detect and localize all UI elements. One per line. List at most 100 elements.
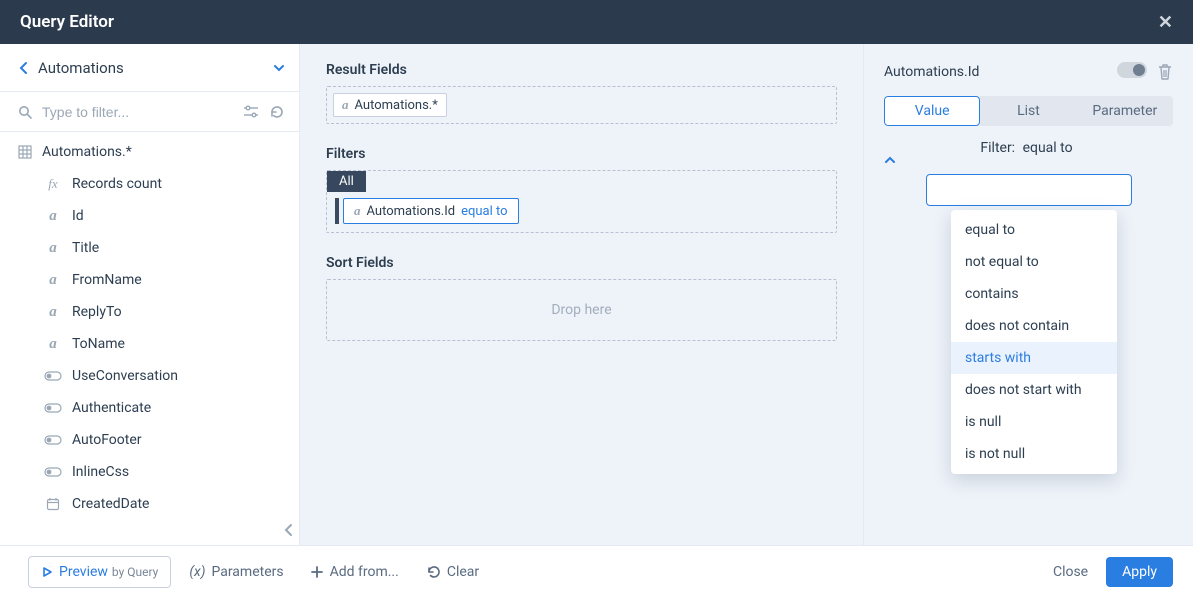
apply-button[interactable]: Apply (1106, 557, 1173, 587)
sliders-icon[interactable] (243, 105, 259, 119)
preview-sublabel: by Query (112, 565, 158, 579)
filter-group-bar (335, 198, 339, 224)
filter-input[interactable] (40, 103, 233, 121)
selected-field-name: Automations.Id (884, 64, 1117, 80)
boolean-type-icon (44, 403, 62, 413)
sidebar-filter-row (0, 92, 299, 132)
result-fields-zone[interactable]: a Automations.* (326, 86, 837, 124)
chevron-down-icon[interactable] (273, 64, 285, 72)
field-row[interactable]: InlineCss (0, 456, 299, 488)
field-row[interactable]: a ToName (0, 328, 299, 360)
field-label: FromName (72, 272, 142, 288)
function-icon: fx (44, 176, 62, 192)
field-label: Title (72, 240, 99, 256)
field-row[interactable]: Authenticate (0, 392, 299, 424)
result-fields-label: Result Fields (326, 62, 837, 78)
drop-placeholder: Drop here (551, 302, 611, 318)
undo-icon (425, 565, 441, 579)
preview-button[interactable]: Preview by Query (28, 556, 171, 588)
value-mode-tabs: Value List Parameter (884, 96, 1173, 126)
boolean-type-icon (44, 371, 62, 381)
filter-current-op: equal to (1023, 140, 1073, 156)
date-type-icon (44, 497, 62, 511)
plus-icon (310, 565, 324, 579)
field-label: AutoFooter (72, 432, 142, 448)
field-type-icon: a (354, 203, 361, 219)
sort-fields-zone[interactable]: Drop here (326, 279, 837, 341)
dropdown-item[interactable]: not equal to (951, 246, 1117, 278)
parameters-button[interactable]: (x) Parameters (189, 564, 283, 580)
filter-label: Filter: (980, 140, 1015, 156)
parameters-icon: (x) (189, 564, 205, 580)
add-from-button[interactable]: Add from... (310, 564, 399, 580)
dropdown-item[interactable]: is not null (951, 438, 1117, 470)
field-label: UseConversation (72, 368, 178, 384)
dropdown-item[interactable]: contains (951, 278, 1117, 310)
field-row[interactable]: a FromName (0, 264, 299, 296)
tab-parameter[interactable]: Parameter (1077, 96, 1173, 126)
preview-label: Preview (59, 564, 108, 580)
parameters-label: Parameters (211, 564, 283, 580)
right-panel: Automations.Id Value List Parameter Filt… (863, 44, 1193, 545)
filters-label: Filters (326, 146, 837, 162)
field-label: ReplyTo (72, 304, 122, 320)
filter-value-input[interactable] (926, 174, 1132, 206)
text-type-icon: a (44, 240, 62, 257)
clear-button[interactable]: Clear (425, 564, 479, 580)
field-row[interactable]: AutoFooter (0, 424, 299, 456)
sidebar-tree: Automations.* fxRecords countaIdaTitleaF… (0, 132, 299, 545)
dropdown-item[interactable]: does not contain (951, 310, 1117, 342)
field-label: Records count (72, 176, 162, 192)
tab-list[interactable]: List (980, 96, 1076, 126)
chevron-left-icon[interactable] (18, 61, 28, 75)
tree-root-label: Automations.* (42, 144, 132, 160)
field-row[interactable]: a Title (0, 232, 299, 264)
filter-operator-row[interactable]: Filter: equal to (884, 140, 1173, 164)
field-label: ToName (72, 336, 125, 352)
operator-dropdown: equal tonot equal tocontainsdoes not con… (951, 210, 1117, 474)
negate-toggle[interactable] (1117, 62, 1147, 82)
dropdown-item[interactable]: starts with (951, 342, 1117, 374)
table-icon (18, 145, 32, 159)
field-row[interactable]: fx Records count (0, 168, 299, 200)
filters-zone[interactable]: All a Automations.Id equal to (326, 170, 837, 233)
center-panel: Result Fields a Automations.* Filters Al… (300, 44, 863, 545)
chip-label: Automations.* (355, 98, 438, 113)
field-row[interactable]: aId (0, 200, 299, 232)
field-row[interactable]: CreatedDate (0, 488, 299, 520)
boolean-type-icon (44, 435, 62, 445)
trash-icon[interactable] (1157, 63, 1173, 81)
dropdown-item[interactable]: does not start with (951, 374, 1117, 406)
text-type-icon: a (44, 272, 62, 289)
result-field-chip[interactable]: a Automations.* (333, 93, 447, 117)
field-label: CreatedDate (72, 496, 149, 512)
breadcrumb[interactable]: Automations (38, 59, 273, 77)
chevron-up-icon[interactable] (884, 156, 1173, 164)
window-title: Query Editor (20, 12, 114, 32)
boolean-type-icon (44, 467, 62, 477)
field-label: Id (72, 208, 84, 224)
titlebar: Query Editor ✕ (0, 0, 1193, 44)
refresh-icon[interactable] (269, 104, 285, 120)
dropdown-item[interactable]: is null (951, 406, 1117, 438)
collapse-sidebar-icon[interactable] (283, 523, 293, 537)
tree-root[interactable]: Automations.* (0, 136, 299, 168)
filter-field-label: Automations.Id (367, 204, 456, 219)
sidebar-header: Automations (0, 44, 299, 92)
tab-value[interactable]: Value (884, 96, 980, 126)
field-row[interactable]: a ReplyTo (0, 296, 299, 328)
close-icon[interactable]: ✕ (1158, 12, 1173, 33)
text-type-icon: a (44, 304, 62, 321)
filter-chip[interactable]: a Automations.Id equal to (343, 198, 519, 224)
field-type-icon: a (342, 97, 349, 113)
footer: Preview by Query (x) Parameters Add from… (0, 545, 1193, 597)
sort-fields-label: Sort Fields (326, 255, 837, 271)
close-button[interactable]: Close (1053, 564, 1088, 580)
filter-op-label: equal to (461, 204, 507, 219)
filter-group-all[interactable]: All (327, 171, 366, 192)
text-type-icon: a (44, 336, 62, 353)
clear-label: Clear (447, 564, 479, 580)
dropdown-item[interactable]: equal to (951, 214, 1117, 246)
field-label: InlineCss (72, 464, 129, 480)
field-row[interactable]: UseConversation (0, 360, 299, 392)
